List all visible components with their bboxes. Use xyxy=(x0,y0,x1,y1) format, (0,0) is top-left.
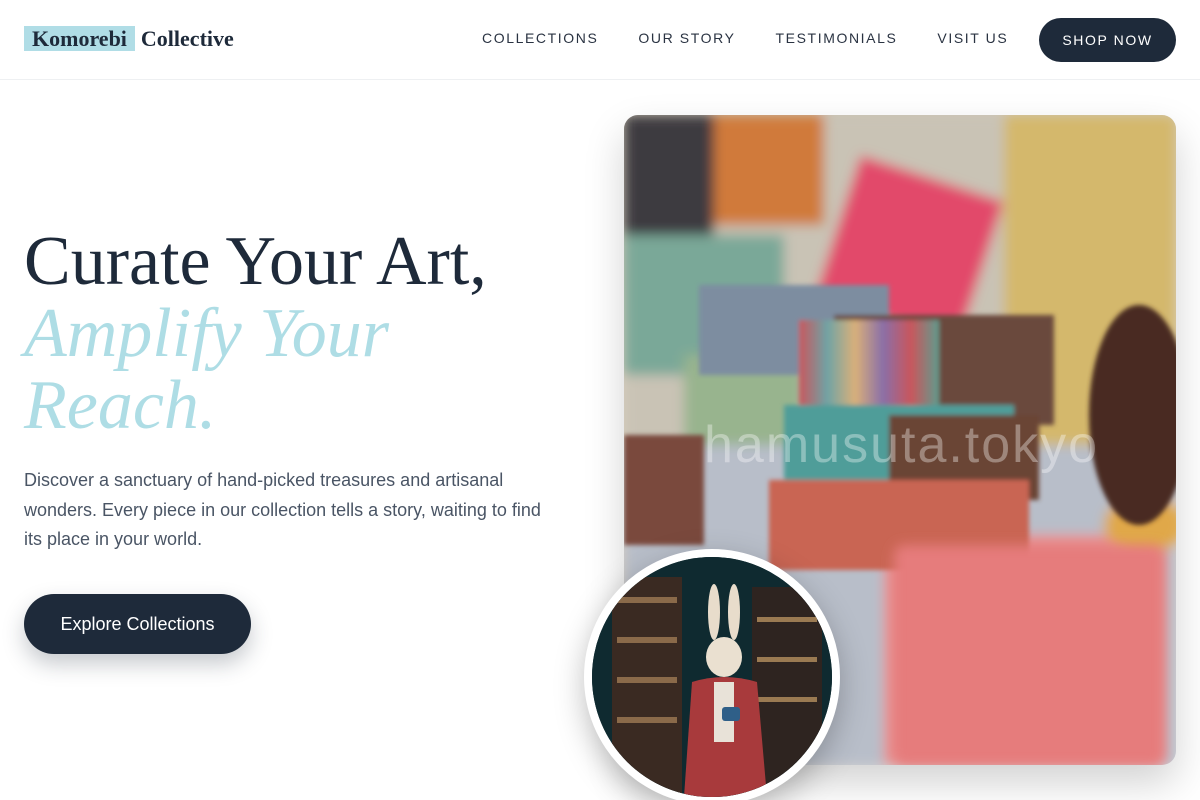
headline-line-2: Amplify Your Reach. xyxy=(24,295,389,444)
nav-collections[interactable]: COLLECTIONS xyxy=(482,30,598,46)
nav-our-story[interactable]: OUR STORY xyxy=(638,30,735,46)
rabbit-shopkeeper-image xyxy=(592,557,832,797)
brand-highlight: Komorebi xyxy=(24,26,135,51)
featured-avatar xyxy=(584,549,840,800)
hero-description: Discover a sanctuary of hand-picked trea… xyxy=(24,470,541,549)
brand-logo[interactable]: Komorebi Collective xyxy=(24,26,234,52)
shop-now-button[interactable]: SHOP NOW xyxy=(1039,18,1176,62)
rabbit-figure-illustration xyxy=(592,557,832,797)
hero-headline: Curate Your Art, Amplify Your Reach. xyxy=(24,226,584,442)
watermark-text: hamusuta.tokyo xyxy=(704,416,1100,474)
headline-line-1: Curate Your Art, xyxy=(24,223,487,300)
nav-visit-us[interactable]: VISIT US xyxy=(937,30,1008,46)
nav-testimonials[interactable]: TESTIMONIALS xyxy=(776,30,898,46)
explore-collections-button[interactable]: Explore Collections xyxy=(24,594,251,654)
main-nav: COLLECTIONS OUR STORY TESTIMONIALS VISIT… xyxy=(482,30,1008,46)
brand-name: Collective xyxy=(140,26,234,51)
site-header: Komorebi Collective COLLECTIONS OUR STORY… xyxy=(0,0,1200,80)
